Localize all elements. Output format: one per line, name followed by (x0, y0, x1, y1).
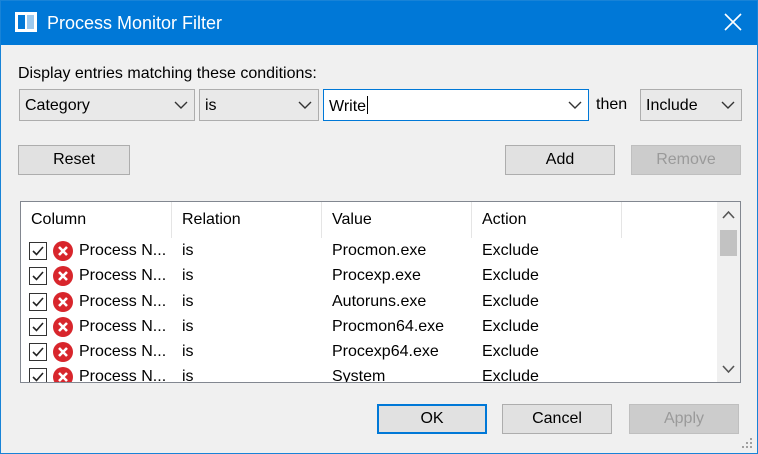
row-column: Process N... (79, 343, 167, 361)
checkmark-icon (32, 246, 44, 256)
row-action: Exclude (482, 343, 539, 361)
row-enabled-checkbox[interactable] (29, 242, 47, 260)
chevron-down-icon (174, 101, 188, 109)
value-input-text-wrap: Write (329, 96, 369, 117)
exclude-icon (53, 316, 73, 337)
row-relation: is (182, 343, 194, 361)
table-row[interactable]: Process N... is Procmon64.exe Exclude (21, 314, 717, 339)
row-action: Exclude (482, 368, 539, 383)
table-row[interactable]: Process N... is Autoruns.exe Exclude (21, 289, 717, 314)
row-value: Procmon64.exe (332, 317, 445, 335)
reset-button[interactable]: Reset (18, 145, 130, 175)
apply-button[interactable]: Apply (629, 404, 739, 434)
resize-grip-icon[interactable] (741, 437, 753, 449)
title-bar[interactable]: Process Monitor Filter (1, 1, 757, 45)
close-icon (724, 13, 742, 31)
text-caret (367, 96, 369, 114)
value-input-text: Write (329, 98, 367, 115)
row-value: Procexp64.exe (332, 343, 439, 361)
row-action: Exclude (482, 267, 539, 285)
checkmark-icon (32, 372, 44, 382)
ok-button[interactable]: OK (377, 404, 487, 434)
window-title: Process Monitor Filter (47, 13, 223, 33)
exclude-icon (53, 241, 73, 261)
row-relation: is (182, 317, 194, 335)
list-rows: Process N... is Procmon.exe Exclude Proc… (21, 238, 717, 383)
conditions-label: Display entries matching these condition… (18, 65, 317, 82)
row-action: Exclude (482, 292, 539, 310)
row-value: Procmon.exe (332, 242, 427, 259)
row-relation: is (182, 368, 194, 383)
chevron-down-icon (721, 101, 735, 109)
exclude-icon (53, 266, 73, 287)
row-relation: is (182, 292, 194, 310)
row-column: Process N... (79, 292, 167, 310)
table-row[interactable]: Process N... is Procmon.exe Exclude (21, 238, 717, 263)
row-enabled-checkbox[interactable] (29, 368, 47, 382)
row-value: Autoruns.exe (332, 292, 427, 310)
relation-select[interactable]: is (199, 89, 319, 121)
scroll-thumb[interactable] (720, 230, 737, 256)
checkmark-icon (32, 271, 44, 281)
row-action: Exclude (482, 317, 539, 335)
exclude-icon (53, 342, 73, 363)
process-monitor-filter-dialog: Process Monitor Filter Display entries m… (0, 0, 758, 454)
then-label: then (596, 96, 628, 113)
column-select[interactable]: Category (19, 89, 195, 121)
row-value: System (332, 368, 386, 383)
header-column[interactable]: Column (21, 202, 172, 238)
checkmark-icon (32, 347, 44, 357)
checkmark-icon (32, 297, 44, 307)
procmon-app-icon (15, 12, 37, 32)
action-select-value: Include (646, 97, 698, 114)
row-column: Process N... (79, 368, 167, 383)
row-relation: is (182, 267, 194, 285)
exclude-icon (53, 367, 73, 382)
row-column: Process N... (79, 242, 167, 259)
scroll-down-button[interactable] (717, 356, 740, 382)
row-enabled-checkbox[interactable] (29, 267, 47, 286)
scroll-up-button[interactable] (717, 202, 740, 228)
relation-select-value: is (205, 97, 217, 114)
remove-button[interactable]: Remove (631, 145, 741, 175)
close-button[interactable] (711, 1, 755, 45)
chevron-down-icon (298, 101, 312, 109)
vertical-scrollbar[interactable] (717, 202, 740, 382)
chevron-down-icon (722, 365, 735, 374)
table-row[interactable]: Process N... is Procexp.exe Exclude (21, 263, 717, 288)
checkmark-icon (32, 322, 44, 332)
exclude-icon (53, 291, 73, 312)
row-column: Process N... (79, 317, 167, 335)
header-value[interactable]: Value (322, 202, 472, 238)
row-enabled-checkbox[interactable] (29, 292, 47, 311)
column-select-value: Category (25, 97, 90, 114)
list-header: Column Relation Value Action (21, 202, 717, 238)
add-button[interactable]: Add (505, 145, 615, 175)
row-column: Process N... (79, 267, 167, 285)
chevron-down-icon (568, 101, 582, 109)
row-enabled-checkbox[interactable] (29, 343, 47, 362)
cancel-button[interactable]: Cancel (502, 404, 612, 434)
table-row[interactable]: Process N... is Procexp64.exe Exclude (21, 339, 717, 364)
header-action[interactable]: Action (472, 202, 622, 238)
row-action: Exclude (482, 242, 539, 259)
row-value: Procexp.exe (332, 267, 421, 285)
action-select[interactable]: Include (640, 89, 742, 121)
value-combo-input[interactable]: Write (323, 89, 589, 121)
row-relation: is (182, 242, 194, 259)
chevron-up-icon (722, 210, 735, 219)
filter-list[interactable]: Column Relation Value Action Process N..… (20, 201, 741, 383)
header-relation[interactable]: Relation (172, 202, 322, 238)
row-enabled-checkbox[interactable] (29, 317, 47, 336)
table-row[interactable]: Process N... is System Exclude (21, 364, 717, 383)
